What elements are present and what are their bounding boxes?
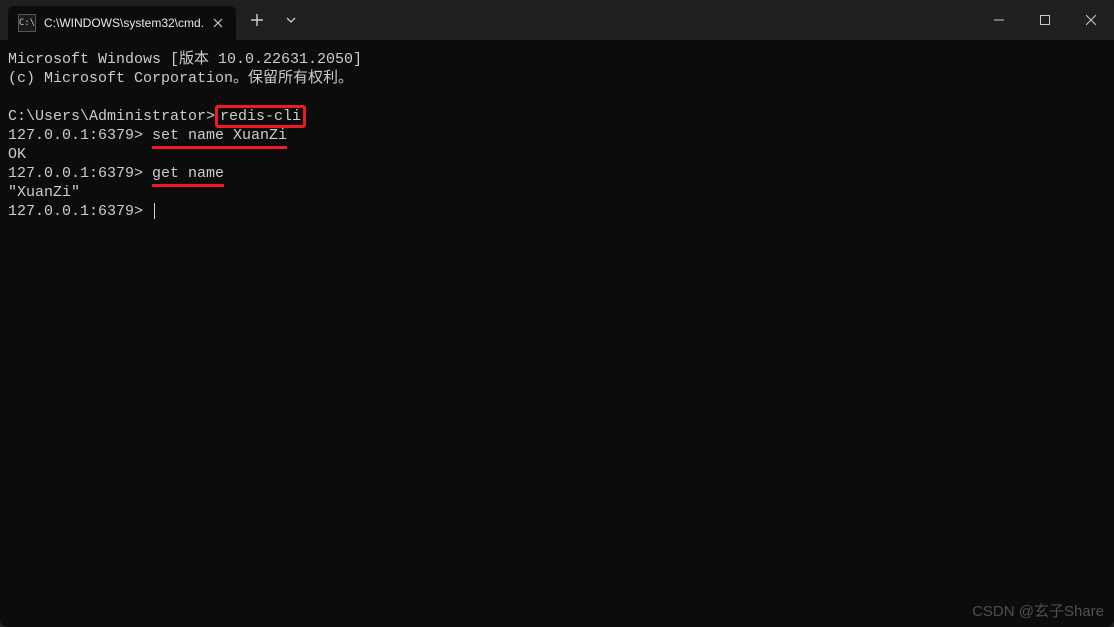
window-controls xyxy=(976,0,1114,40)
titlebar-tab-actions xyxy=(240,0,308,40)
prompt: 127.0.0.1:6379> xyxy=(8,127,152,144)
output-line: (c) Microsoft Corporation。保留所有权利。 xyxy=(8,69,1106,88)
terminal-area[interactable]: Microsoft Windows [版本 10.0.22631.2050] (… xyxy=(0,40,1114,627)
titlebar[interactable]: C:\ C:\WINDOWS\system32\cmd. xyxy=(0,0,1114,40)
prompt: C:\Users\Administrator> xyxy=(8,108,215,125)
blank-line xyxy=(8,88,1106,107)
output-line: Microsoft Windows [版本 10.0.22631.2050] xyxy=(8,50,1106,69)
tab-dropdown-button[interactable] xyxy=(274,5,308,35)
close-tab-icon[interactable] xyxy=(210,15,226,31)
command-line: 127.0.0.1:6379> set name XuanZi xyxy=(8,126,1106,145)
terminal-window: C:\ C:\WINDOWS\system32\cmd. xyxy=(0,0,1114,627)
tab-cmd[interactable]: C:\ C:\WINDOWS\system32\cmd. xyxy=(8,6,236,40)
cmd-icon: C:\ xyxy=(18,14,36,32)
command-line: C:\Users\Administrator>redis-cli xyxy=(8,107,1106,126)
highlighted-command: redis-cli xyxy=(215,105,306,128)
prompt-line[interactable]: 127.0.0.1:6379> xyxy=(8,202,1106,221)
underlined-command: get name xyxy=(152,164,224,183)
maximize-button[interactable] xyxy=(1022,0,1068,40)
underlined-command: set name XuanZi xyxy=(152,126,287,145)
command-line: 127.0.0.1:6379> get name xyxy=(8,164,1106,183)
prompt: 127.0.0.1:6379> xyxy=(8,203,152,220)
cursor-icon xyxy=(154,203,155,219)
tab-title: C:\WINDOWS\system32\cmd. xyxy=(44,16,204,30)
new-tab-button[interactable] xyxy=(240,5,274,35)
close-window-button[interactable] xyxy=(1068,0,1114,40)
watermark-text: CSDN @玄子Share xyxy=(972,600,1104,621)
minimize-button[interactable] xyxy=(976,0,1022,40)
prompt: 127.0.0.1:6379> xyxy=(8,165,152,182)
